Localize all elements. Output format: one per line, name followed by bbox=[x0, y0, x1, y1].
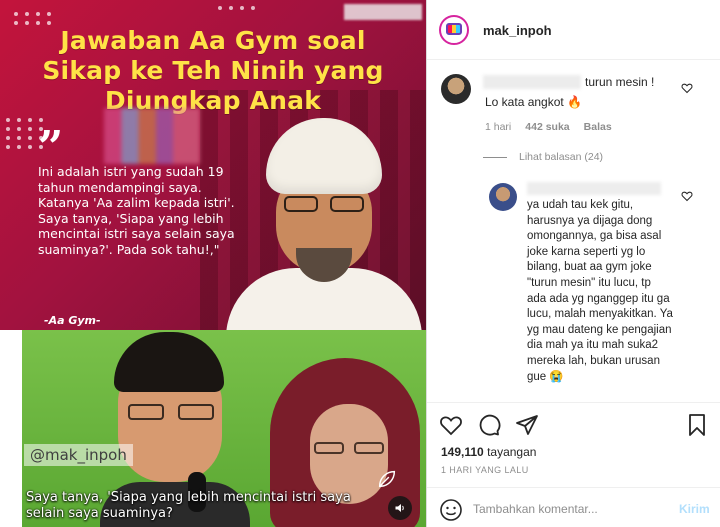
blurred-region bbox=[344, 4, 422, 20]
video-caption: Saya tanya, 'Siapa yang lebih mencintai … bbox=[26, 490, 351, 521]
commenter-avatar[interactable] bbox=[441, 74, 471, 104]
quote-text: Ini adalah istri yang sudah 19 tahun men… bbox=[38, 164, 235, 257]
account-username[interactable]: mak_inpoh bbox=[483, 23, 552, 38]
view-replies-label: Lihat balasan (24) bbox=[519, 151, 604, 163]
view-count-number: 149,110 bbox=[441, 445, 484, 459]
comment-text-line: Lo kata angkot 🔥 bbox=[485, 95, 583, 109]
reply-button[interactable]: Balas bbox=[584, 121, 612, 133]
comment-button[interactable] bbox=[477, 413, 501, 437]
heart-icon[interactable] bbox=[681, 82, 693, 94]
paper-plane-icon bbox=[516, 415, 538, 435]
aa-gym-photo bbox=[226, 118, 422, 330]
decorative-dots bbox=[218, 6, 257, 10]
volume-button[interactable] bbox=[388, 496, 412, 520]
heart-icon bbox=[440, 416, 462, 436]
view-count-label: tayangan bbox=[487, 445, 537, 459]
post-header: mak_inpoh bbox=[427, 0, 720, 60]
post-date[interactable]: 1 HARI YANG LALU bbox=[441, 465, 529, 475]
emoji-icon[interactable] bbox=[439, 498, 463, 522]
post-media[interactable]: Jawaban Aa Gym soal Sikap ke Teh Ninih y… bbox=[0, 0, 426, 527]
comment-text: turun mesin ! bbox=[585, 75, 655, 89]
save-button[interactable] bbox=[685, 413, 709, 437]
leaf-logo-icon bbox=[378, 470, 396, 488]
comment-meta: 1 hari 442 suka Balas bbox=[485, 121, 612, 133]
headline-line: Diungkap Anak bbox=[104, 86, 322, 115]
blurred-username bbox=[483, 75, 581, 89]
headline-line: Jawaban Aa Gym soal bbox=[60, 26, 366, 55]
reply-text: ya udah tau kek gitu, harusnya ya dijaga… bbox=[527, 199, 673, 383]
bookmark-icon bbox=[689, 414, 705, 436]
tv-logo-icon bbox=[446, 23, 462, 35]
blurred-logo bbox=[104, 108, 200, 164]
account-avatar[interactable] bbox=[439, 15, 469, 45]
action-icons bbox=[439, 413, 539, 437]
reply-item: ya udah tau kek gitu, harusnya ya dijaga… bbox=[427, 176, 720, 402]
post-actions: 149,110 tayangan 1 HARI YANG LALU Kirim bbox=[427, 402, 720, 527]
comment-bubble-icon bbox=[479, 414, 501, 436]
replies-divider bbox=[483, 156, 507, 158]
speaker-icon bbox=[395, 504, 404, 512]
comment-item: turun mesin ! Lo kata angkot 🔥 1 hari 44… bbox=[427, 62, 720, 174]
view-count: 149,110 tayangan bbox=[441, 445, 536, 459]
news-poster-image: Jawaban Aa Gym soal Sikap ke Teh Ninih y… bbox=[0, 0, 426, 330]
send-button[interactable]: Kirim bbox=[679, 502, 710, 516]
commenter-avatar[interactable] bbox=[489, 183, 517, 211]
add-comment-bar: Kirim bbox=[427, 487, 720, 527]
decorative-dots bbox=[14, 12, 53, 25]
video-watermark: @mak_inpoh bbox=[24, 444, 133, 466]
like-button[interactable] bbox=[439, 413, 463, 437]
quote-author: -Aa Gym- bbox=[44, 314, 101, 327]
comment-likes[interactable]: 442 suka bbox=[525, 121, 569, 133]
poster-headline: Jawaban Aa Gym soal Sikap ke Teh Ninih y… bbox=[0, 26, 426, 116]
view-replies-button[interactable]: Lihat balasan (24) bbox=[483, 151, 603, 163]
quote-mark-icon: ” bbox=[38, 122, 64, 173]
headline-line: Sikap ke Teh Ninih yang bbox=[42, 56, 384, 85]
blurred-username bbox=[527, 182, 661, 195]
share-button[interactable] bbox=[515, 413, 539, 437]
post-side-panel: mak_inpoh turun mesin ! Lo kata angkot 🔥… bbox=[426, 0, 720, 527]
comment-time[interactable]: 1 hari bbox=[485, 121, 511, 133]
comment-input[interactable] bbox=[473, 498, 663, 520]
heart-icon[interactable] bbox=[681, 190, 693, 202]
